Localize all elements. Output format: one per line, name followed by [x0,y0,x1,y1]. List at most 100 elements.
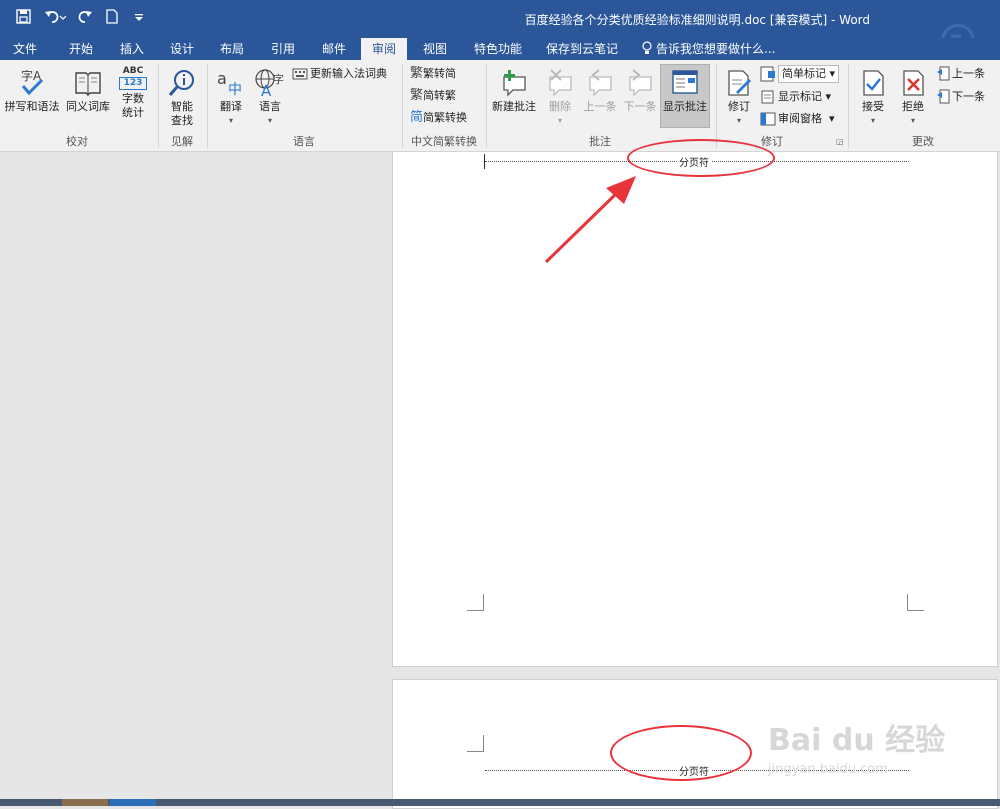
language-dropdown-icon[interactable]: ▾ [250,114,290,128]
spelling-grammar-button[interactable]: 字A 拼写和语法 [2,68,62,114]
update-ime-label: 更新输入法词典 [310,67,387,80]
simplified-to-traditional-button[interactable]: 繁简转繁 [410,86,456,106]
show-comments-icon [672,70,698,94]
tab-insert[interactable]: 插入 [107,38,157,60]
translate-button[interactable]: a中 翻译 ▾ [212,68,250,128]
book-icon [75,72,101,96]
previous-change-button[interactable]: 上一条 [936,64,985,84]
tracking-dialog-launcher-icon[interactable]: ◲ [836,137,844,146]
group-separator [716,64,717,148]
delete-comment-icon [549,69,572,97]
group-label-chinese-conversion: 中文简繁转换 [411,135,477,148]
group-separator [158,64,159,148]
svg-text:A: A [261,82,272,98]
reject-button[interactable]: 拒绝 ▾ [894,68,932,128]
tab-review[interactable]: 审阅 [361,38,407,60]
next-change-label: 下一条 [952,90,985,103]
previous-change-label: 上一条 [952,67,985,80]
next-comment-label: 下一条 [623,100,657,113]
reject-label: 拒绝 [902,100,924,113]
conversion-label: 简繁转换 [423,111,468,124]
group-separator [486,64,487,148]
margin-corner-mark [467,594,484,611]
accept-icon [863,70,884,96]
tab-home[interactable]: 开始 [56,38,106,60]
tab-layout[interactable]: 布局 [207,38,257,60]
svg-text:字: 字 [273,72,284,86]
tab-save-cloud-notes[interactable]: 保存到云笔记 [540,38,624,60]
thesaurus-button[interactable]: 同义词库 [62,68,114,114]
simp-trad-icon: 繁 [410,88,424,103]
next-change-icon [937,89,950,104]
magnifier-info-icon [168,70,194,96]
svg-text:字A: 字A [21,68,42,83]
markup-icon [760,66,775,82]
delete-comment-button[interactable]: 删除 ▾ [540,68,580,128]
track-changes-label: 修订 [728,100,750,113]
tab-mailings[interactable]: 邮件 [309,38,359,60]
track-dropdown-icon[interactable]: ▾ [722,114,756,128]
spelling-check-icon: 字A [21,68,44,96]
smart-lookup-button[interactable]: 智能 查找 [162,68,202,128]
new-comment-button[interactable]: 新建批注 [488,68,540,114]
next-change-button[interactable]: 下一条 [936,87,985,107]
trad-simp-label: 繁转简 [423,67,457,80]
markup-value: 简单标记 [782,67,826,80]
tell-me-box[interactable]: 告诉我您想要做什么... [642,38,775,60]
keyboard-icon [292,68,308,80]
tab-view[interactable]: 视图 [410,38,460,60]
accept-dropdown-icon[interactable]: ▾ [854,114,892,128]
next-comment-icon [629,69,652,97]
language-button[interactable]: A字 语言 ▾ [250,68,290,128]
tab-design[interactable]: 设计 [157,38,207,60]
margin-corner-mark [467,735,484,752]
taskbar-item[interactable] [110,799,156,806]
update-ime-dictionary-button[interactable]: 更新输入法词典 [292,64,387,84]
previous-comment-label: 上一条 [583,100,617,113]
reviewing-pane-button[interactable]: 审阅窗格 ▾ [760,109,835,129]
show-markup-button[interactable]: 显示标记 ▾ [760,87,831,107]
previous-comment-button[interactable]: 上一条 [580,68,620,114]
trad-simp-icon: 繁 [410,66,424,81]
annotation-ellipse-bottom [610,725,752,781]
markup-display-dropdown[interactable]: 简单标记 ▾ [760,64,840,84]
group-label-proofing: 校对 [66,135,88,148]
track-changes-button[interactable]: 修订 ▾ [722,68,756,128]
show-comments-button[interactable]: 显示批注 [660,64,710,128]
translate-dropdown-icon[interactable]: ▾ [212,114,250,128]
svg-text:a: a [217,69,227,88]
track-changes-icon [728,70,751,96]
markup-select[interactable]: 简单标记 ▾ [778,65,840,83]
chinese-conversion-button[interactable]: 简简繁转换 [410,108,467,128]
new-comment-label: 新建批注 [492,100,536,113]
watermark-logo: Bai du 经验 [768,723,946,758]
watermark-url: jingyan.baidu.com [768,762,888,777]
previous-comment-icon [589,69,612,97]
previous-change-icon [937,66,950,81]
next-comment-button[interactable]: 下一条 [620,68,660,114]
accept-label: 接受 [862,100,884,113]
word-count-button[interactable]: ABC 123 字数 统计 [114,66,152,120]
tab-features[interactable]: 特色功能 [466,38,530,60]
word-count-label-2: 统计 [122,106,144,119]
translate-label: 翻译 [220,100,242,113]
taskbar-item[interactable] [62,799,108,806]
ribbon-tabs: 文件 开始 插入 设计 布局 引用 邮件 审阅 视图 特色功能 保存到云笔记 告… [0,38,1000,60]
document-page-1[interactable]: 分页符 [392,152,998,667]
tab-references[interactable]: 引用 [258,38,308,60]
reject-dropdown-icon[interactable]: ▾ [894,114,932,128]
number-glyph: 123 [119,77,147,90]
group-label-changes: 更改 [912,135,934,148]
delete-dropdown-icon[interactable]: ▾ [540,114,580,128]
show-markup-label: 显示标记 [778,90,822,103]
smart-lookup-label-2: 查找 [171,114,193,127]
ribbon: 字A 拼写和语法 同义词库 ABC 123 字数 统计 校对 智能 查找 见解 … [0,60,1000,152]
abc-glyph: ABC [122,66,144,76]
smart-lookup-label-1: 智能 [171,100,193,113]
tab-file[interactable]: 文件 [0,38,50,60]
new-comment-icon [503,70,526,97]
traditional-to-simplified-button[interactable]: 繁繁转简 [410,64,456,84]
reject-icon [903,70,924,96]
accept-button[interactable]: 接受 ▾ [854,68,892,128]
delete-comment-label: 删除 [549,100,571,113]
